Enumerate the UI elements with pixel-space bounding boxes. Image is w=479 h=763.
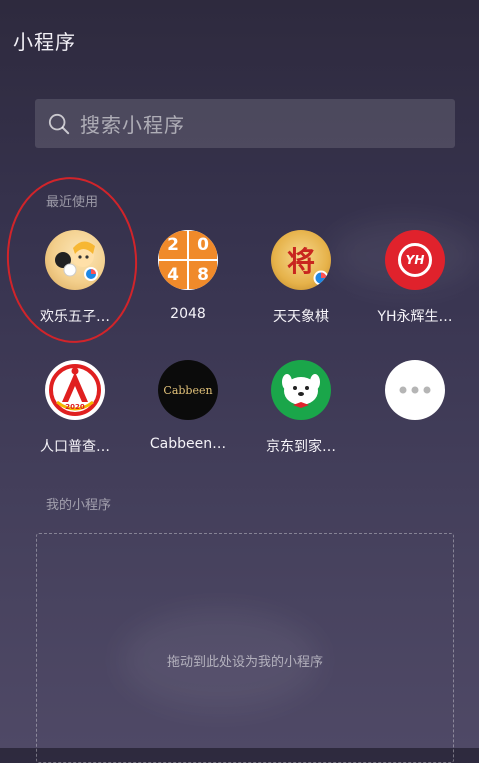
more-button[interactable] — [367, 360, 463, 420]
tile-8: 8 — [189, 261, 217, 289]
app-cabbeen[interactable]: Cabbeen Cabbeen… — [140, 360, 236, 452]
chinese-chess-icon: 将 — [271, 230, 331, 290]
tile-0: 0 — [189, 231, 217, 259]
app-name: 京东到家… — [266, 439, 336, 455]
app-chinese-chess[interactable]: 将 天天象棋 — [253, 230, 349, 326]
tile-2: 2 — [159, 231, 187, 259]
census-year: 2020 — [65, 403, 85, 411]
page-title: 小程序 — [13, 30, 76, 54]
2048-game-icon: 2 0 4 8 — [158, 230, 218, 290]
yh-logo-text: YH — [405, 253, 425, 267]
cabbeen-logo-text: Cabbeen — [163, 383, 213, 397]
more-icon — [385, 360, 445, 420]
drop-hint: 拖动到此处设为我的小程序 — [166, 655, 323, 670]
app-jd-daojia[interactable]: 京东到家… — [253, 360, 349, 456]
chess-glyph: 将 — [286, 245, 315, 278]
cabbeen-logo-icon: Cabbeen — [158, 360, 218, 420]
search-placeholder: 搜索小程序 — [80, 113, 185, 137]
app-name: 天天象棋 — [273, 309, 329, 325]
app-name: 2048 — [170, 306, 206, 322]
app-name: Cabbeen… — [149, 436, 227, 452]
search-icon — [48, 113, 70, 134]
app-yh[interactable]: YH YH永辉生… — [367, 230, 463, 326]
app-name: 人口普查… — [40, 439, 110, 455]
my-miniprogram-drop-zone[interactable]: 拖动到此处设为我的小程序 — [36, 533, 454, 763]
yh-logo-icon: YH — [385, 230, 445, 290]
search-bar[interactable]: 搜索小程序 — [35, 99, 455, 148]
mine-section-label: 我的小程序 — [46, 498, 112, 513]
tile-4: 4 — [159, 261, 187, 289]
census-logo-icon: 2020 — [45, 360, 105, 420]
app-2048[interactable]: 2 0 4 8 2048 — [140, 230, 236, 322]
app-census[interactable]: 2020 人口普查… — [27, 360, 123, 456]
game-badge-icon — [313, 270, 329, 286]
app-name: YH永辉生… — [377, 309, 453, 325]
jd-daojia-dog-icon — [271, 360, 331, 420]
